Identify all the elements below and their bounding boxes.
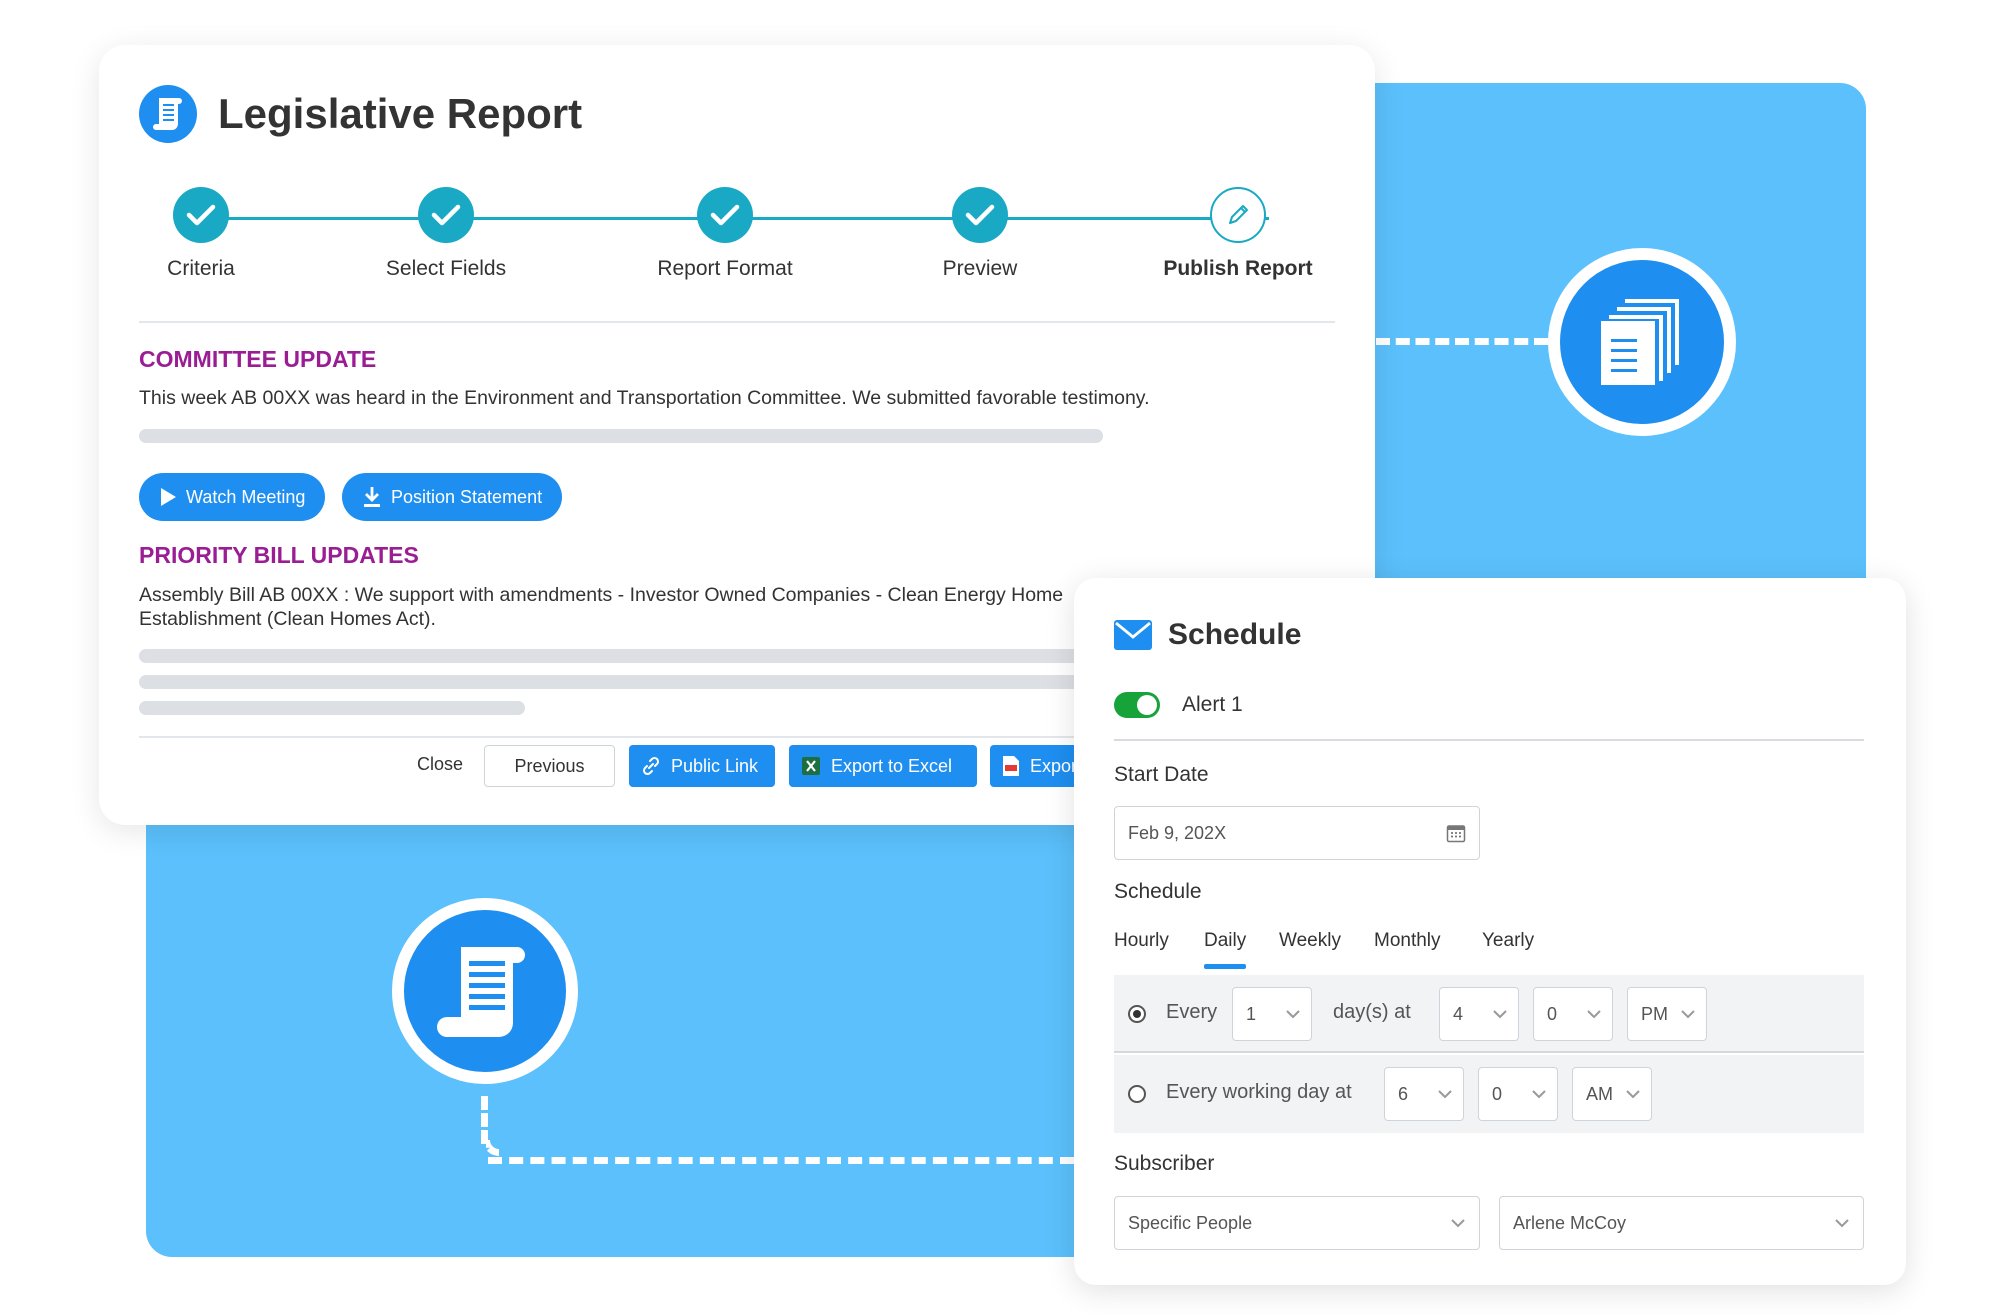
chevron-down-icon — [1532, 1090, 1546, 1099]
check-icon — [697, 187, 753, 243]
chevron-down-icon — [1681, 1010, 1695, 1019]
tab-yearly[interactable]: Yearly — [1482, 930, 1534, 952]
priority-bill-text-line2: Establishment (Clean Homes Act). — [139, 608, 436, 630]
position-statement-button[interactable]: Position Statement — [342, 473, 563, 521]
chevron-down-icon — [1587, 1010, 1601, 1019]
chevron-down-icon — [1626, 1090, 1640, 1099]
close-button[interactable]: Close — [417, 754, 463, 775]
step-label: Criteria — [167, 257, 235, 280]
option-every-days: Every 1 day(s) at 4 0 PM — [1114, 975, 1864, 1053]
step-label: Publish Report — [1163, 257, 1313, 280]
placeholder-bar — [139, 429, 1103, 443]
step-label: Select Fields — [385, 257, 507, 280]
previous-button[interactable]: Previous — [484, 745, 615, 787]
export-pdf-button[interactable]: Expor — [990, 745, 1080, 787]
placeholder-bar — [139, 701, 525, 715]
committee-update-text: This week AB 00XX was heard in the Envir… — [139, 387, 1150, 409]
chevron-down-icon — [1438, 1090, 1452, 1099]
priority-bill-heading: PRIORITY BILL UPDATES — [139, 542, 419, 568]
calendar-icon — [1446, 825, 1466, 843]
tab-daily[interactable]: Daily — [1204, 930, 1247, 969]
start-date-label: Start Date — [1114, 763, 1209, 786]
watch-meeting-button[interactable]: Watch Meeting — [139, 473, 326, 521]
tab-hourly[interactable]: Hourly — [1114, 930, 1169, 952]
download-icon — [364, 487, 380, 507]
documents-stack-icon — [1601, 299, 1679, 385]
connector-dashes-right — [1376, 338, 1548, 345]
connector-dashes-bottom — [488, 1157, 1074, 1164]
report-stepper: Criteria Select Fields Report Format Pre… — [139, 187, 1359, 327]
scroll-badge — [392, 898, 578, 1084]
schedule-card: Schedule Alert 1 Start Date Feb 9, 202X … — [1074, 578, 1906, 1285]
schedule-header: Schedule — [1114, 618, 1301, 652]
schedule-divider — [1114, 739, 1864, 741]
step-select-fields[interactable]: Select Fields — [346, 187, 546, 281]
option-working-day: Every working day at 6 0 AM — [1114, 1055, 1864, 1133]
step-label: Report Format — [657, 257, 793, 280]
committee-update-heading: COMMITTEE UPDATE — [139, 346, 377, 372]
chevron-down-icon — [1493, 1010, 1507, 1019]
radio-working-day[interactable] — [1128, 1085, 1146, 1103]
pencil-icon — [1210, 187, 1266, 243]
every-label: Every — [1166, 1001, 1218, 1023]
alert-row: Alert 1 — [1114, 692, 1243, 718]
excel-icon — [802, 757, 820, 775]
step-preview[interactable]: Preview — [880, 187, 1080, 281]
step-report-format[interactable]: Report Format — [625, 187, 825, 281]
header-divider — [139, 321, 1335, 323]
start-date-input[interactable]: Feb 9, 202X — [1114, 806, 1480, 860]
schedule-title: Schedule — [1168, 618, 1302, 651]
working-ampm-select[interactable]: AM — [1572, 1067, 1652, 1121]
radio-every-days[interactable] — [1128, 1005, 1146, 1023]
step-label: Preview — [942, 257, 1018, 280]
scroll-document-icon — [437, 947, 525, 1037]
chevron-down-icon — [1286, 1010, 1300, 1019]
subscriber-label: Subscriber — [1114, 1152, 1215, 1175]
days-at-label: day(s) at — [1333, 1001, 1411, 1023]
chevron-down-icon — [1451, 1219, 1465, 1228]
pdf-icon — [1003, 756, 1019, 776]
background-panel-left — [146, 760, 1146, 1257]
link-icon — [642, 756, 660, 776]
connector-dashes-down — [481, 1096, 488, 1144]
ampm-select[interactable]: PM — [1627, 987, 1707, 1041]
chevron-down-icon — [1835, 1219, 1849, 1228]
step-publish-report[interactable]: Publish Report — [1138, 187, 1338, 281]
page-title: Legislative Report — [218, 90, 583, 137]
subscriber-person-select[interactable]: Arlene McCoy — [1499, 1196, 1864, 1250]
step-criteria[interactable]: Criteria — [101, 187, 301, 281]
priority-bill-text-line1: Assembly Bill AB 00XX : We support with … — [139, 584, 1064, 606]
working-day-label: Every working day at — [1166, 1081, 1352, 1103]
report-header: Legislative Report — [139, 85, 582, 143]
play-icon — [161, 488, 176, 506]
documents-badge — [1548, 248, 1736, 436]
tab-monthly[interactable]: Monthly — [1374, 930, 1441, 952]
placeholder-bar — [139, 675, 1139, 689]
working-minute-select[interactable]: 0 — [1478, 1067, 1558, 1121]
interval-select[interactable]: 1 — [1232, 987, 1312, 1041]
minute-select[interactable]: 0 — [1533, 987, 1613, 1041]
report-document-icon — [139, 85, 197, 143]
check-icon — [173, 187, 229, 243]
placeholder-bar — [139, 649, 1139, 663]
working-hour-select[interactable]: 6 — [1384, 1067, 1464, 1121]
subscriber-type-select[interactable]: Specific People — [1114, 1196, 1480, 1250]
alert-label: Alert 1 — [1182, 693, 1243, 716]
check-icon — [952, 187, 1008, 243]
schedule-label: Schedule — [1114, 880, 1202, 903]
alert-toggle[interactable] — [1114, 692, 1160, 718]
export-excel-button[interactable]: Export to Excel — [789, 745, 977, 787]
check-icon — [418, 187, 474, 243]
public-link-button[interactable]: Public Link — [629, 745, 775, 787]
hour-select[interactable]: 4 — [1439, 987, 1519, 1041]
envelope-icon — [1114, 620, 1152, 650]
tab-weekly[interactable]: Weekly — [1279, 930, 1341, 952]
